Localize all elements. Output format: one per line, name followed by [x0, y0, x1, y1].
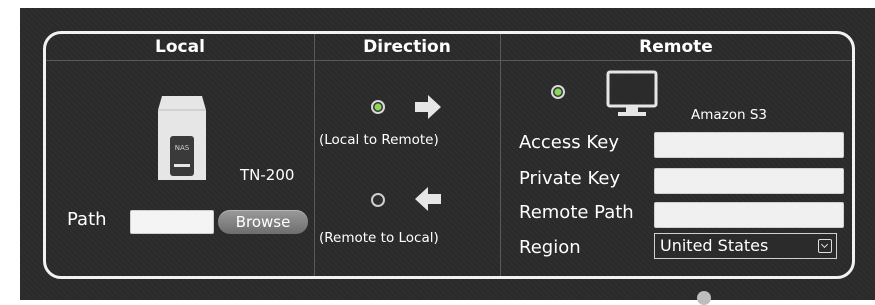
remote-path-label: Remote Path — [519, 202, 634, 223]
local-to-remote-radio[interactable] — [371, 100, 385, 114]
remote-to-local-radio[interactable] — [371, 193, 385, 207]
nas-icon: NAS — [156, 94, 208, 186]
access-key-label: Access Key — [519, 132, 619, 153]
region-value: United States — [660, 236, 769, 255]
transfer-dialog: Local Direction Remote NAS TN-200 Path B… — [20, 8, 875, 300]
path-input[interactable] — [130, 210, 214, 234]
column-divider — [500, 34, 501, 276]
remote-to-local-label[interactable]: (Remote to Local) — [319, 230, 439, 246]
column-divider — [314, 34, 315, 276]
region-select[interactable]: United States — [654, 233, 837, 259]
remote-path-input[interactable] — [654, 202, 844, 228]
remote-service-name: Amazon S3 — [691, 107, 768, 123]
local-to-remote-label[interactable]: (Local to Remote) — [319, 132, 439, 148]
private-key-input[interactable] — [654, 168, 844, 194]
region-label: Region — [519, 237, 581, 258]
private-key-label: Private Key — [519, 168, 621, 189]
monitor-icon — [606, 70, 658, 122]
chevron-down-icon[interactable] — [818, 239, 832, 253]
path-label: Path — [67, 209, 107, 230]
access-key-input[interactable] — [654, 132, 844, 158]
remote-service-radio[interactable] — [551, 85, 565, 99]
scroll-knob[interactable] — [697, 291, 711, 305]
transfer-panel: Local Direction Remote NAS TN-200 Path B… — [43, 31, 855, 279]
browse-button[interactable]: Browse — [218, 210, 308, 234]
nas-badge-text: NAS — [175, 144, 190, 152]
arrow-left-icon — [413, 186, 443, 216]
device-name: TN-200 — [240, 166, 295, 184]
remote-header: Remote — [639, 37, 713, 57]
direction-header: Direction — [363, 37, 451, 57]
arrow-right-icon — [413, 94, 443, 124]
local-header: Local — [155, 37, 205, 57]
